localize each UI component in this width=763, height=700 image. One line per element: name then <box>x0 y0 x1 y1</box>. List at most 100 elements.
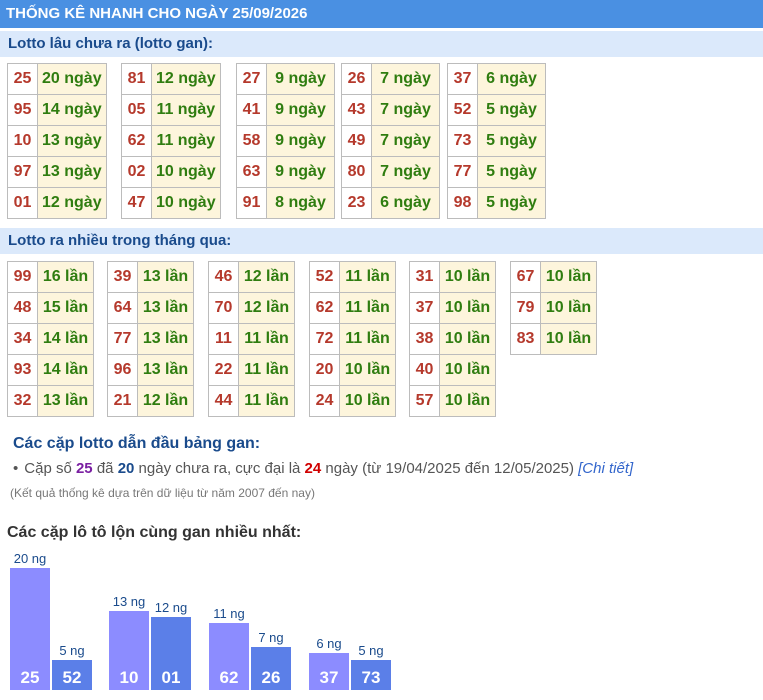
lotto-number: 02 <box>121 156 152 188</box>
lotto-number: 97 <box>7 156 38 188</box>
gan-count: 10 ngày <box>151 187 221 219</box>
gan-count: 5 ngày <box>477 125 546 157</box>
nhieu-table: 52 11 lần 62 11 lần 72 11 lần 20 10 lần 24 10 lần <box>309 261 396 417</box>
table-row: 62 11 ngày <box>121 125 221 157</box>
bar-value-label: 5 ng <box>59 642 85 658</box>
nhieu-count: 13 lần <box>137 261 194 293</box>
lotto-number: 41 <box>236 94 267 126</box>
lotto-number: 05 <box>121 94 152 126</box>
table-row: 81 12 ngày <box>121 63 221 95</box>
gan-table: 81 12 ngày 05 11 ngày 62 11 ngày 02 10 ngày 47 10… <box>121 63 221 219</box>
gan-count: 10 ngày <box>151 156 221 188</box>
gan-count: 12 ngày <box>37 187 107 219</box>
nhieu-table: 39 13 lần 64 13 lần 77 13 lần 96 13 lần 21 12 lần <box>107 261 194 417</box>
table-row: 31 10 lần <box>409 261 496 293</box>
table-row: 26 7 ngày <box>341 63 440 95</box>
pairs-title: Các cặp lotto dẫn đầu bảng gan: <box>13 435 261 452</box>
lotto-number: 79 <box>510 292 541 324</box>
nhieu-count: 10 lần <box>439 354 496 386</box>
gan-count: 8 ngày <box>266 187 335 219</box>
gan-count: 9 ngày <box>266 94 335 126</box>
table-row: 21 12 lần <box>107 385 194 417</box>
bar-value-label: 20 ng <box>13 551 47 566</box>
lotto-number: 58 <box>236 125 267 157</box>
lotto-number: 62 <box>309 292 340 324</box>
lotto-number: 22 <box>208 354 239 386</box>
table-row: 91 8 ngày <box>236 187 335 219</box>
gan-count: 13 ngày <box>37 125 107 157</box>
lotto-number: 23 <box>341 187 372 219</box>
gan-table: 26 7 ngày 43 7 ngày 49 7 ngày 80 7 ngày 23 6 ngày <box>341 63 440 219</box>
gan-count: 11 ngày <box>151 125 221 157</box>
lotto-number: 77 <box>447 156 478 188</box>
lotto-number: 77 <box>107 323 138 355</box>
table-row: 96 13 lần <box>107 354 194 386</box>
table-row: 05 11 ngày <box>121 94 221 126</box>
bullet-icon: • <box>13 460 19 477</box>
nhieu-count: 15 lần <box>37 292 94 324</box>
table-row: 49 7 ngày <box>341 125 440 157</box>
nhieu-count: 11 lần <box>238 354 295 386</box>
lotto-number: 10 <box>7 125 38 157</box>
nhieu-count: 10 lần <box>339 385 396 417</box>
bar-value-label: 7 ng <box>258 630 284 646</box>
table-row: 57 10 lần <box>409 385 496 417</box>
lotto-number: 99 <box>7 261 38 293</box>
table-row: 63 9 ngày <box>236 156 335 188</box>
lotto-number: 64 <box>107 292 138 324</box>
bar-category-label: 62 <box>219 668 239 687</box>
lotto-number: 93 <box>7 354 38 386</box>
gan-table: 25 20 ngày 95 14 ngày 10 13 ngày 97 13 ngày 01 12… <box>7 63 107 219</box>
table-row: 24 10 lần <box>309 385 396 417</box>
lotto-number: 63 <box>236 156 267 188</box>
nhieu-count: 10 lần <box>540 323 597 355</box>
nhieu-count: 13 lần <box>137 292 194 324</box>
gan-count: 7 ngày <box>371 63 440 95</box>
nhieu-count: 12 lần <box>238 292 295 324</box>
lotto-number: 21 <box>107 385 138 417</box>
table-row: 97 13 ngày <box>7 156 107 188</box>
lotto-number: 80 <box>341 156 372 188</box>
bar-category-label: 10 <box>119 668 139 687</box>
table-row: 25 20 ngày <box>7 63 107 95</box>
nhieu-table: 99 16 lần 48 15 lần 34 14 lần 93 14 lần 32 13 lần <box>7 261 94 417</box>
lotto-number: 52 <box>309 261 340 293</box>
lotto-number: 62 <box>121 125 152 157</box>
gan-count: 20 ngày <box>37 63 107 95</box>
nhieu-count: 13 lần <box>137 323 194 355</box>
gan-count: 13 ngày <box>37 156 107 188</box>
lotto-number: 47 <box>121 187 152 219</box>
gan-table: 27 9 ngày 41 9 ngày 58 9 ngày 63 9 ngày 91 8 ngày <box>236 63 335 219</box>
table-row: 01 12 ngày <box>7 187 107 219</box>
lotto-number: 43 <box>341 94 372 126</box>
table-row: 47 10 ngày <box>121 187 221 219</box>
table-row: 37 6 ngày <box>447 63 546 95</box>
lotto-number: 91 <box>236 187 267 219</box>
lotto-number: 48 <box>7 292 38 324</box>
lotto-number: 73 <box>447 125 478 157</box>
detail-link[interactable]: [Chi tiết] <box>578 460 633 477</box>
nhieu-table: 67 10 lần 79 10 lần 83 10 lần <box>510 261 597 355</box>
lotto-number: 98 <box>447 187 478 219</box>
pairs-days: 20 <box>117 460 135 477</box>
lotto-number: 95 <box>7 94 38 126</box>
bar-value-label: 5 ng <box>358 642 384 658</box>
lotto-number: 26 <box>341 63 372 95</box>
gan-count: 9 ngày <box>266 125 335 157</box>
lotto-number: 20 <box>309 354 340 386</box>
nhieu-count: 13 lần <box>137 354 194 386</box>
table-row: 38 10 lần <box>409 323 496 355</box>
pairs-text: Cặp số <box>24 460 76 477</box>
nhieu-count: 10 lần <box>439 261 496 293</box>
table-row: 22 11 lần <box>208 354 295 386</box>
gan-table: 37 6 ngày 52 5 ngày 73 5 ngày 77 5 ngày 98 5 ngày <box>447 63 546 219</box>
nhieu-count: 16 lần <box>37 261 94 293</box>
table-row: 67 10 lần <box>510 261 597 293</box>
lotto-number: 70 <box>208 292 239 324</box>
lotto-number: 38 <box>409 323 440 355</box>
table-row: 37 10 lần <box>409 292 496 324</box>
table-row: 79 10 lần <box>510 292 597 324</box>
pairs-text: ngày (từ 19/04/2025 đến 12/05/2025) <box>321 460 579 477</box>
gan-count: 5 ngày <box>477 156 546 188</box>
lotto-number: 34 <box>7 323 38 355</box>
